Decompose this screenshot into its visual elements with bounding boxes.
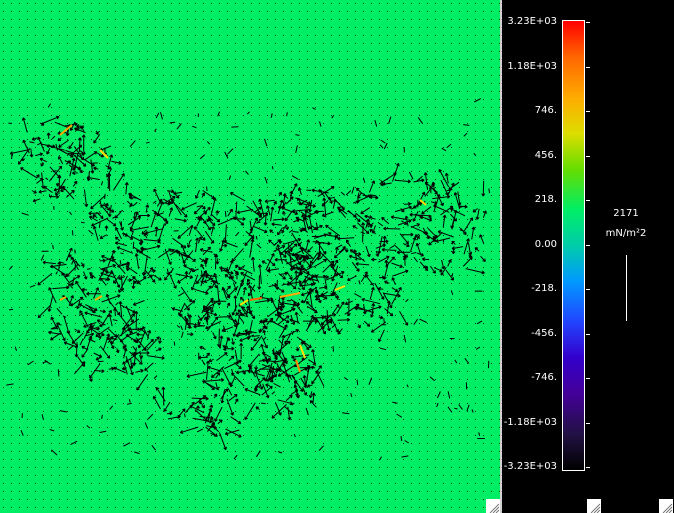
colorbar-tick-mark	[586, 467, 590, 468]
colorbar-tick-label: -746.	[531, 372, 557, 383]
colorbar-tick-mark	[586, 66, 590, 68]
resize-grip-colorbar[interactable]	[587, 499, 601, 513]
vector-field-plot	[0, 0, 500, 513]
colorbar	[562, 20, 585, 471]
colorbar-tick-label: 456.	[534, 149, 557, 161]
colorbar-tick-label: -456.	[531, 327, 557, 339]
colorbar-tick-label: 3.23E+03	[507, 16, 557, 27]
colorbar-tick-mark	[586, 289, 590, 290]
resize-grip-plot[interactable]	[486, 499, 500, 513]
colorbar-tick-mark	[586, 155, 590, 157]
colorbar-tick-mark	[586, 244, 590, 246]
scale-unit-label: mN/m²2	[605, 228, 647, 239]
colorbar-tick-label: -3.23E+03	[503, 461, 557, 472]
colorbar-tick-mark	[586, 378, 590, 379]
colorbar-tick-mark	[586, 333, 590, 335]
scale-reference-bar	[626, 255, 627, 321]
legend-panel	[502, 0, 674, 513]
scale-value-label: 2171	[613, 208, 639, 219]
colorbar-tick-mark	[586, 22, 590, 23]
resize-grip-legend[interactable]	[659, 499, 673, 513]
colorbar-tick-label: 1.18E+03	[507, 60, 557, 72]
colorbar-tick-label: 746.	[534, 105, 557, 116]
colorbar-tick-mark	[586, 111, 590, 112]
colorbar-tick-label: -1.18E+03	[503, 416, 557, 428]
colorbar-tick-mark	[586, 200, 590, 201]
colorbar-tick-label: 218.	[534, 194, 557, 205]
colorbar-tick-mark	[586, 422, 590, 424]
colorbar-tick-label: 0.00	[534, 238, 557, 250]
colorbar-tick-label: -218.	[531, 283, 557, 294]
